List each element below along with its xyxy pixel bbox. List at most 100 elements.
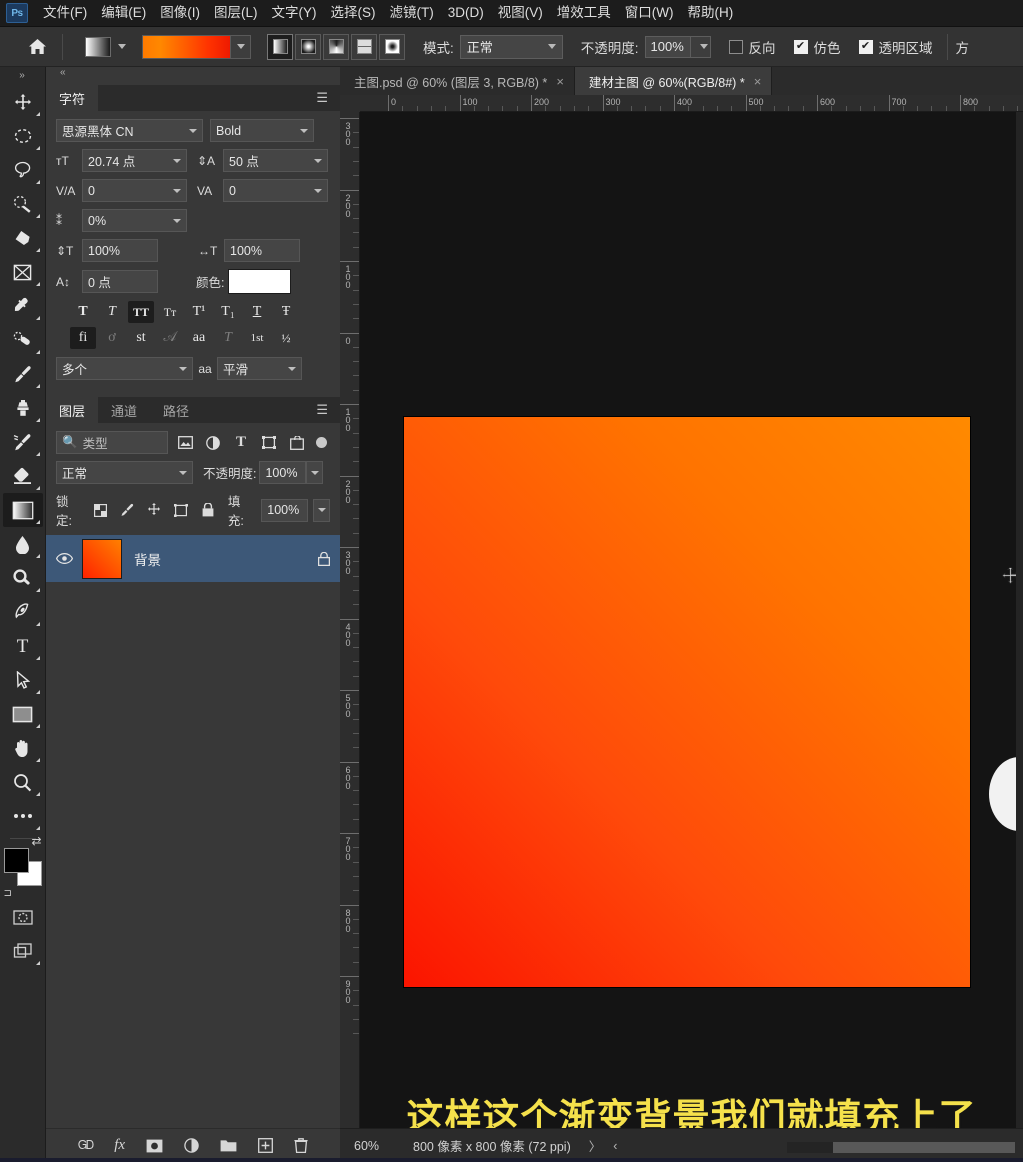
gradient-type-radial[interactable] (295, 33, 321, 60)
close-icon[interactable]: × (556, 74, 564, 89)
faux-italic-button[interactable]: T (99, 301, 125, 323)
new-layer-button[interactable] (258, 1138, 273, 1153)
gradient-type-reflected[interactable] (351, 33, 377, 60)
dither-checkbox-row[interactable]: ✔ 仿色 (793, 37, 841, 57)
lock-image-pixels-icon[interactable] (116, 499, 138, 521)
discretionary-ligatures-button[interactable]: st (128, 327, 154, 349)
text-scale-input[interactable]: 0% (82, 209, 187, 232)
opacity-input[interactable]: 100% (644, 35, 691, 58)
menu-window[interactable]: 窗口(W) (618, 1, 681, 25)
gradient-editor-bar[interactable] (142, 34, 251, 59)
leading-input[interactable]: 50 点 (223, 149, 328, 172)
adjustment-layer-button[interactable] (184, 1138, 199, 1153)
lock-position-icon[interactable] (143, 499, 165, 521)
swap-colors-icon[interactable]: ⇄ (31, 834, 41, 848)
baseline-shift-input[interactable]: 0 点 (82, 270, 158, 293)
horizontal-scale-input[interactable]: 100% (224, 239, 300, 262)
filter-pixel-icon[interactable] (174, 432, 196, 454)
filter-shape-icon[interactable] (258, 432, 280, 454)
menu-image[interactable]: 图像(I) (153, 1, 207, 25)
subscript-button[interactable]: T₁ (215, 301, 241, 323)
menu-layer[interactable]: 图层(L) (207, 1, 265, 25)
layer-locked-icon[interactable] (318, 551, 330, 566)
home-icon[interactable] (20, 30, 54, 64)
layer-opacity-stepper[interactable] (306, 461, 324, 484)
table-row[interactable]: 背景 (46, 535, 340, 582)
horizontal-ruler[interactable]: 0 100 200 300 400 500 600 700 800 (360, 95, 1023, 112)
gradient-preset-swatch[interactable] (85, 36, 126, 57)
layer-fill-input[interactable]: 100% (261, 498, 309, 522)
lock-artboard-nesting-icon[interactable] (170, 499, 192, 521)
all-caps-button[interactable]: TT (128, 301, 154, 323)
tool-gradient[interactable] (2, 493, 43, 527)
faux-bold-button[interactable]: T (70, 301, 96, 323)
tool-blur[interactable] (3, 527, 43, 561)
tool-frame[interactable] (3, 255, 43, 289)
tab-paths[interactable]: 路径 (150, 397, 203, 423)
layer-visibility-icon[interactable] (56, 553, 82, 564)
delete-layer-button[interactable] (294, 1138, 308, 1153)
contextual-alternates-button[interactable]: ơ (99, 327, 125, 349)
tab-channels[interactable]: 通道 (98, 397, 151, 423)
stylistic-alternates-button[interactable]: aa (186, 327, 212, 349)
menu-file[interactable]: 文件(F) (36, 1, 94, 25)
reverse-checkbox-row[interactable]: 反向 (728, 37, 776, 57)
gradient-picker-button[interactable] (230, 35, 250, 58)
lock-transparent-pixels-icon[interactable] (89, 499, 111, 521)
language-select[interactable]: 多个 (56, 357, 193, 380)
font-family-select[interactable]: 思源黑体 CN (56, 119, 203, 142)
tool-pen[interactable] (3, 595, 43, 629)
anti-alias-select[interactable]: 平滑 (217, 357, 302, 380)
tool-hand[interactable] (3, 731, 43, 765)
new-group-button[interactable] (220, 1139, 237, 1152)
transparency-checkbox-row[interactable]: ✔ 透明区域 (858, 37, 933, 57)
lock-all-icon[interactable] (197, 499, 219, 521)
chevron-left-icon[interactable]: ‹ (613, 1139, 617, 1153)
panel-menu-icon[interactable]: ☰ (316, 397, 328, 423)
swash-button[interactable]: 𝒜 (157, 327, 183, 349)
tool-rectangle[interactable] (3, 697, 43, 731)
tool-clone-stamp[interactable] (3, 391, 43, 425)
menu-edit[interactable]: 编辑(E) (94, 1, 153, 25)
tool-marquee[interactable] (3, 119, 43, 153)
layer-style-button[interactable]: fx (114, 1137, 125, 1154)
layer-fill-stepper[interactable] (313, 498, 331, 522)
chevron-down-icon[interactable] (118, 44, 126, 49)
kerning-input[interactable]: 0 (82, 179, 187, 202)
tool-crop[interactable] (3, 221, 43, 255)
menu-3d[interactable]: 3D(D) (441, 1, 491, 25)
tool-zoom[interactable] (3, 765, 43, 799)
opacity-stepper[interactable] (690, 35, 711, 58)
link-layers-button[interactable]: ᏀᎠ (78, 1138, 94, 1153)
chevron-double-left-icon[interactable]: « (46, 67, 340, 85)
tool-quick-selection[interactable] (3, 187, 43, 221)
canvas-horizontal-scrollbar[interactable] (787, 1142, 1015, 1153)
font-size-input[interactable]: 20.74 点 (82, 149, 187, 172)
layer-mask-button[interactable] (146, 1139, 163, 1153)
gradient-type-diamond[interactable] (379, 33, 405, 60)
quick-mask-icon[interactable] (3, 900, 43, 934)
layer-thumbnail[interactable] (82, 538, 122, 579)
reverse-checkbox[interactable] (728, 39, 743, 54)
underline-button[interactable]: T (244, 301, 270, 323)
layer-blend-mode-select[interactable]: 正常 (56, 461, 193, 484)
filter-adjustment-icon[interactable] (202, 432, 224, 454)
gradient-type-angle[interactable] (323, 33, 349, 60)
titling-alternates-button[interactable]: T (215, 327, 241, 349)
menu-select[interactable]: 选择(S) (324, 1, 383, 25)
chevron-double-right-icon[interactable]: » (19, 67, 26, 85)
fractions-button[interactable]: ½ (273, 327, 299, 349)
chevron-right-icon[interactable]: 〉 (589, 1136, 602, 1155)
tool-eraser[interactable] (3, 459, 43, 493)
layer-filter-select[interactable]: 🔍 类型 (56, 431, 168, 454)
ordinals-button[interactable]: 1st (244, 327, 270, 349)
canvas-vertical-scrollbar[interactable] (1016, 112, 1023, 1128)
close-icon[interactable]: × (754, 74, 762, 89)
filter-smart-object-icon[interactable] (286, 432, 308, 454)
filter-toggle-switch[interactable] (316, 437, 327, 448)
ruler-corner[interactable] (340, 95, 360, 112)
font-style-select[interactable]: Bold (210, 119, 314, 142)
canvas-viewport[interactable]: 这样这个渐变背景我们就填充上了 (360, 112, 1023, 1128)
default-colors-icon[interactable]: ⊐ (4, 888, 12, 899)
tool-dodge[interactable] (3, 561, 43, 595)
